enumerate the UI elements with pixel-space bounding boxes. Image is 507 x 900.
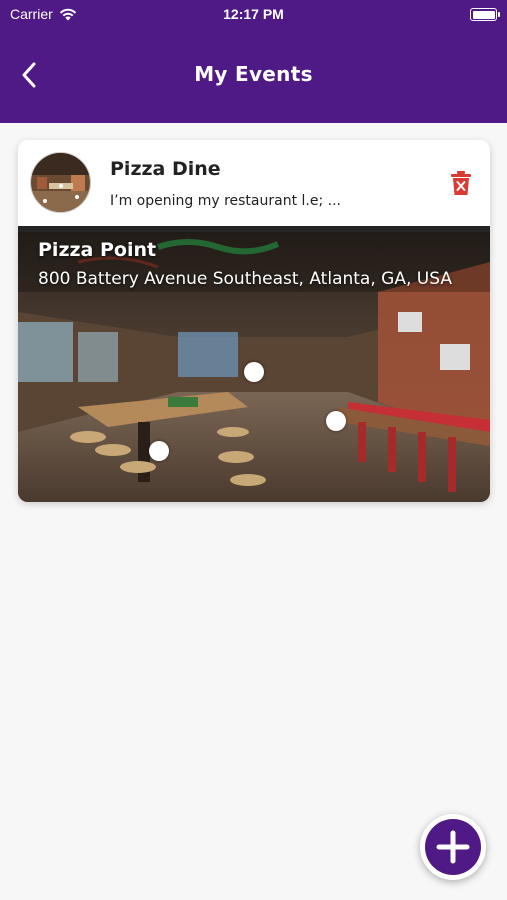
photo-hotspot[interactable] — [244, 362, 264, 382]
photo-hotspot[interactable] — [149, 441, 169, 461]
photo-hotspot[interactable] — [326, 411, 346, 431]
place-address: 800 Battery Avenue Southeast, Atlanta, G… — [38, 269, 452, 289]
navigation-bar: My Events — [0, 50, 507, 100]
event-card[interactable]: Pizza Dine I’m opening my restaurant l.e… — [18, 140, 490, 502]
plus-icon — [436, 830, 470, 864]
place-name: Pizza Point — [38, 239, 157, 261]
add-event-button-circle — [425, 819, 481, 875]
page-title: My Events — [194, 62, 313, 86]
add-event-button[interactable] — [420, 814, 486, 880]
trash-icon — [451, 171, 471, 195]
event-avatar — [30, 152, 91, 213]
status-bar: Carrier 12:17 PM — [0, 0, 507, 30]
battery-icon — [470, 8, 500, 21]
header-bar: Carrier 12:17 PM My Events — [0, 0, 507, 123]
status-time: 12:17 PM — [223, 6, 284, 22]
delete-event-button[interactable] — [450, 170, 472, 196]
event-card-header: Pizza Dine I’m opening my restaurant l.e… — [18, 140, 490, 226]
event-title: Pizza Dine — [110, 158, 221, 180]
event-description: I’m opening my restaurant l.e; ... — [110, 193, 341, 209]
